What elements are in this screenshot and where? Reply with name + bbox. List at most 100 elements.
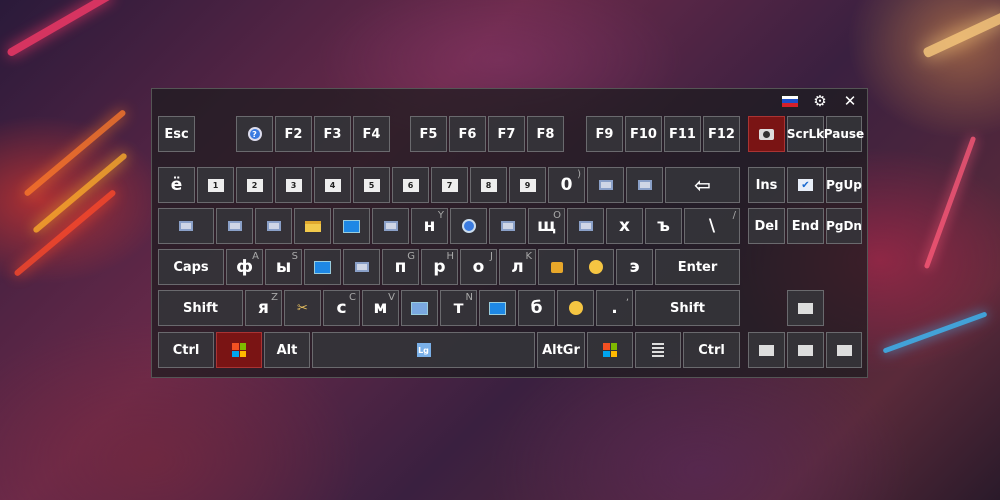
- key-emoji[interactable]: [577, 249, 614, 285]
- key-5[interactable]: 5: [353, 167, 390, 203]
- key-tab[interactable]: [158, 208, 214, 244]
- key-t[interactable]: [372, 208, 409, 244]
- key-shift-left[interactable]: Shift: [158, 290, 243, 326]
- key-f9[interactable]: F9: [586, 116, 623, 152]
- key-7[interactable]: 7: [431, 167, 468, 203]
- key-check[interactable]: ✔: [787, 167, 824, 203]
- key-f10[interactable]: F10: [625, 116, 662, 152]
- key-shift-right[interactable]: Shift: [635, 290, 740, 326]
- key-hard[interactable]: ъ: [645, 208, 682, 244]
- key-p-ru[interactable]: пG: [382, 249, 419, 285]
- key-ya-sublabel: Z: [271, 292, 278, 303]
- key-f-ru[interactable]: фA: [226, 249, 263, 285]
- key-w[interactable]: [255, 208, 292, 244]
- key-0[interactable]: 0): [548, 167, 585, 203]
- key-x[interactable]: ✂: [284, 290, 321, 326]
- key-u[interactable]: [450, 208, 487, 244]
- key-i[interactable]: [489, 208, 526, 244]
- key-pgdn[interactable]: PgDn: [826, 208, 862, 244]
- language-button[interactable]: [779, 92, 801, 110]
- key-arrow-left[interactable]: [748, 332, 785, 368]
- key-scrlk[interactable]: ScrLk: [787, 116, 824, 152]
- key-f6[interactable]: F6: [449, 116, 486, 152]
- settings-globe-icon: [461, 219, 476, 233]
- key-lock[interactable]: [538, 249, 575, 285]
- key-n-ru[interactable]: нY: [411, 208, 448, 244]
- key-r-ru[interactable]: рH: [421, 249, 458, 285]
- key-emoji-2[interactable]: [557, 290, 594, 326]
- key-esc[interactable]: Esc: [158, 116, 195, 152]
- key-o-ru[interactable]: оJ: [460, 249, 497, 285]
- key-f2[interactable]: F2: [275, 116, 312, 152]
- settings-button[interactable]: ⚙: [809, 92, 831, 110]
- key-s-ru[interactable]: сC: [323, 290, 360, 326]
- key-1[interactable]: 1: [197, 167, 234, 203]
- key-arrow-down[interactable]: [787, 332, 824, 368]
- key-3[interactable]: 3: [275, 167, 312, 203]
- key-backspace[interactable]: ⇦: [665, 167, 740, 203]
- key-q[interactable]: [216, 208, 253, 244]
- key-e-ru[interactable]: э: [616, 249, 653, 285]
- key-ctrl-right[interactable]: Ctrl: [683, 332, 740, 368]
- key-end[interactable]: End: [787, 208, 824, 244]
- key-4[interactable]: 4: [314, 167, 351, 203]
- key-f12[interactable]: F12: [703, 116, 740, 152]
- key-f1[interactable]: ?: [236, 116, 273, 152]
- close-icon: ✕: [843, 92, 857, 110]
- key-altgr[interactable]: AltGr: [537, 332, 585, 368]
- key-ins[interactable]: Ins: [748, 167, 785, 203]
- key-f4[interactable]: F4: [353, 116, 390, 152]
- display-settings-icon: [500, 221, 515, 231]
- key-f[interactable]: [343, 249, 380, 285]
- key-arrow-up[interactable]: [787, 290, 824, 326]
- key-f3[interactable]: F3: [314, 116, 351, 152]
- key-shch-sublabel: O: [553, 210, 561, 221]
- key-minus[interactable]: [587, 167, 624, 203]
- key-r[interactable]: [333, 208, 370, 244]
- close-button[interactable]: ✕: [839, 92, 861, 110]
- key-f8[interactable]: F8: [527, 116, 564, 152]
- key-f11[interactable]: F11: [664, 116, 701, 152]
- key-l-label: л: [511, 257, 524, 277]
- key-2[interactable]: 2: [236, 167, 273, 203]
- key-t-ru[interactable]: тN: [440, 290, 477, 326]
- key-e[interactable]: [294, 208, 331, 244]
- key-8[interactable]: 8: [470, 167, 507, 203]
- key-win-right[interactable]: [587, 332, 633, 368]
- key-del[interactable]: Del: [748, 208, 785, 244]
- key-pause[interactable]: Pause: [824, 116, 864, 152]
- key-f7[interactable]: F7: [488, 116, 525, 152]
- key-menu[interactable]: [635, 332, 681, 368]
- key-win-left[interactable]: [216, 332, 262, 368]
- key-m-ru[interactable]: мV: [362, 290, 399, 326]
- key-backslash[interactable]: \ /: [684, 208, 740, 244]
- key-dot[interactable]: .,: [596, 290, 633, 326]
- key-ctrl-left[interactable]: Ctrl: [158, 332, 214, 368]
- key-alt[interactable]: Alt: [264, 332, 310, 368]
- key-screenshot[interactable]: [748, 116, 785, 152]
- key-space[interactable]: Lg: [312, 332, 535, 368]
- key-b-ru[interactable]: б: [518, 290, 555, 326]
- key-f5[interactable]: F5: [410, 116, 447, 152]
- key-m-sublabel: V: [388, 292, 395, 303]
- key-6[interactable]: 6: [392, 167, 429, 203]
- key-9[interactable]: 9: [509, 167, 546, 203]
- key-equals[interactable]: [626, 167, 663, 203]
- key-ya[interactable]: яZ: [245, 290, 282, 326]
- key-enter[interactable]: Enter: [655, 249, 740, 285]
- camera-icon: [759, 128, 774, 140]
- key-b[interactable]: [401, 290, 438, 326]
- key-d[interactable]: [304, 249, 341, 285]
- key-y-ru[interactable]: ыS: [265, 249, 302, 285]
- key-m[interactable]: [479, 290, 516, 326]
- key-kh[interactable]: х: [606, 208, 643, 244]
- key-arrow-right[interactable]: [826, 332, 862, 368]
- key-p[interactable]: [567, 208, 604, 244]
- key-dot-label: .: [611, 298, 618, 318]
- key-caps[interactable]: Caps: [158, 249, 224, 285]
- key-pgup[interactable]: PgUp: [826, 167, 862, 203]
- key-l-ru[interactable]: лK: [499, 249, 536, 285]
- key-yo[interactable]: ё: [158, 167, 195, 203]
- russian-flag-icon: [781, 94, 799, 108]
- key-shch[interactable]: щO: [528, 208, 565, 244]
